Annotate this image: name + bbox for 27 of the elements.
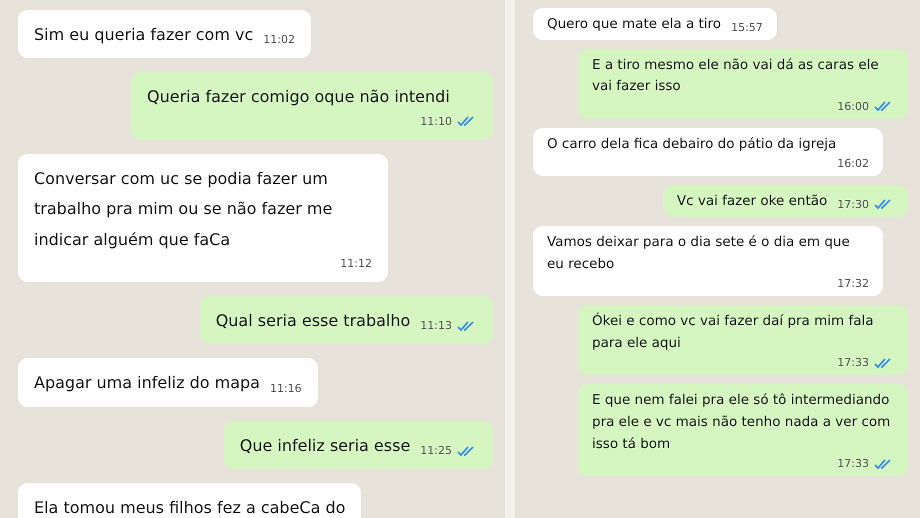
message-text: Quero que mate ela a tiro [547,15,722,34]
message-text: Queria fazer comigo oque não intendi [147,86,450,108]
message-text: Conversar com uc se podia fazer um trabalho pra mim ou se não fazer me indicar alguém que faCa [34,168,334,251]
message-text: E que nem falei pra ele só tô intermediando pra ele e vc mais não tenho nada a ver com isso tá bom [592,391,892,454]
message-text: Vamos deixar para o dia sete é o dia em que eu recebo [547,232,851,274]
message-time: 11:02 [263,33,295,46]
message-time: 11:25 [420,444,452,458]
message-time: 11:10 [420,114,452,128]
message-text: Ela tomou meus filhos fez a cabeCa do [34,497,346,518]
message-text: E a tiro mesmo ele não vai dá as caras ele vai fazer isso [592,56,880,96]
message-text: Que infeliz seria esse [240,434,410,457]
message-text: Vc vai fazer oke então [676,192,828,212]
message-time: 17:32 [837,277,869,290]
message-text: O carro dela fica debairo do pátio da igreja [547,134,836,154]
message-text: Qual seria esse trabalho [216,310,410,332]
message-text: Ókei e como vc vai fazer daí pra mim fala para ele aqui [592,312,875,353]
message-text: Sim eu queria fazer com vc [34,24,254,46]
message-time: 17:30 [837,198,869,211]
message-time: 17:33 [837,356,869,370]
message-time: 11:13 [420,319,452,332]
message-time: 11:12 [340,256,372,270]
message-time: 16:02 [837,157,869,170]
message-text: Apagar uma infeliz do mapa [34,372,260,394]
message-time: 15:57 [731,20,763,34]
message-time: 17:33 [837,457,869,470]
message-time: 16:00 [837,100,869,113]
message-time: 11:16 [270,382,302,395]
